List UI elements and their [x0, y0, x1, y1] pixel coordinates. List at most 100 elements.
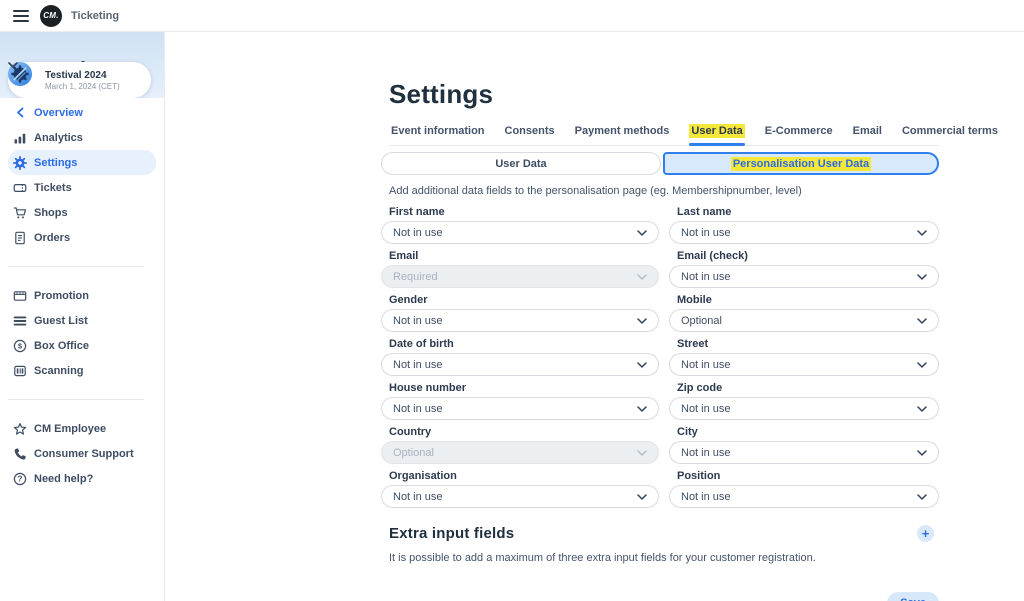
sidebar-item-guest-list[interactable]: Guest List — [8, 308, 156, 333]
sidebar-item-settings[interactable]: Settings — [8, 150, 156, 175]
chevron-down-icon — [917, 406, 927, 412]
select-value: Not in use — [393, 491, 443, 503]
sidebar-divider — [8, 266, 144, 267]
sidebar-item-tickets[interactable]: Tickets — [8, 175, 156, 200]
position-select[interactable]: Not in use — [669, 485, 939, 508]
chevron-down-icon — [637, 274, 647, 280]
city-select[interactable]: Not in use — [669, 441, 939, 464]
ticketing-settings-page: CM. Ticketing — [0, 0, 1024, 601]
field-label: Last name — [677, 206, 939, 218]
mobile-select[interactable]: Optional — [669, 309, 939, 332]
field-zip-code: Zip codeNot in use — [669, 382, 939, 420]
date-of-birth-select[interactable]: Not in use — [381, 353, 659, 376]
sidebar-item-need-help[interactable]: ? Need help? — [8, 466, 156, 491]
list-icon — [12, 313, 27, 328]
add-extra-field-button[interactable]: + — [917, 525, 934, 542]
tab-label: Commercial terms — [902, 125, 998, 137]
gender-select[interactable]: Not in use — [381, 309, 659, 332]
chevron-left-icon — [12, 105, 27, 120]
select-value: Not in use — [681, 359, 731, 371]
segment-personalisation-user-data[interactable]: Personalisation User Data — [663, 152, 939, 175]
billboard-icon — [12, 288, 27, 303]
cart-icon — [12, 205, 27, 220]
field-label: Gender — [389, 294, 659, 306]
event-banner-illustration: Testival 2024 March 1, 2024 (CET) — [0, 32, 164, 98]
field-mobile: Mobile Optional — [669, 294, 939, 332]
tab-label: Consents — [505, 125, 555, 137]
zip-code-select[interactable]: Not in use — [669, 397, 939, 420]
personalisation-fields: First nameNot in useLast nameNot in useE… — [381, 206, 939, 508]
sidebar-item-orders[interactable]: Orders — [8, 225, 156, 250]
cm-logo[interactable]: CM. — [40, 5, 62, 27]
field-gender: Gender Not in use — [381, 294, 659, 332]
select-value: Not in use — [681, 271, 731, 283]
sidebar-item-label: Orders — [34, 232, 70, 244]
select-value: Not in use — [393, 403, 443, 415]
extra-input-header: Extra input fields + — [381, 525, 939, 542]
street-select[interactable]: Not in use — [669, 353, 939, 376]
field-street: Street Not in use — [669, 338, 939, 376]
tab-label: User Data — [689, 124, 744, 138]
chevron-down-icon — [917, 362, 927, 368]
email-check-select[interactable]: Not in use — [669, 265, 939, 288]
tab-consents[interactable]: Consents — [503, 125, 557, 145]
select-value: Not in use — [681, 447, 731, 459]
field-label: Mobile — [677, 294, 939, 306]
field-label: City — [677, 426, 939, 438]
organisation-select[interactable]: Not in use — [381, 485, 659, 508]
sidebar-item-label: Promotion — [34, 290, 89, 302]
chevron-down-icon — [917, 494, 927, 500]
dollar-circle-icon: $ — [12, 338, 27, 353]
select-value: Not in use — [681, 403, 731, 415]
tab-user-data[interactable]: User Data — [687, 125, 746, 145]
sidebar-item-label: Overview — [34, 107, 83, 119]
sidebar-item-shops[interactable]: Shops — [8, 200, 156, 225]
tab-event-information[interactable]: Event information — [389, 125, 487, 145]
sidebar-item-analytics[interactable]: Analytics — [8, 125, 156, 150]
bar-chart-icon — [12, 130, 27, 145]
app-name: Ticketing — [71, 10, 119, 22]
house-number-select[interactable]: Not in use — [381, 397, 659, 420]
chevron-down-icon — [637, 230, 647, 236]
tab-commercial-terms[interactable]: Commercial terms — [900, 125, 1000, 145]
sidebar-item-consumer-support[interactable]: Consumer Support — [8, 441, 156, 466]
sidebar-item-scanning[interactable]: Scanning — [8, 358, 156, 383]
sidebar-item-cm-employee[interactable]: CM Employee — [8, 416, 156, 441]
event-meta: Testival 2024 March 1, 2024 (CET) — [45, 70, 140, 91]
email-select: Required — [381, 265, 659, 288]
select-value: Not in use — [393, 315, 443, 327]
first-name-select[interactable]: Not in use — [381, 221, 659, 244]
tab-payment-methods[interactable]: Payment methods — [573, 125, 672, 145]
event-switcher[interactable]: Testival 2024 March 1, 2024 (CET) — [8, 62, 151, 98]
sidebar-item-label: Scanning — [34, 365, 84, 377]
sidebar-item-promotion[interactable]: Promotion — [8, 283, 156, 308]
event-avatar — [14, 68, 38, 92]
sidebar-item-box-office[interactable]: $Box Office — [8, 333, 156, 358]
sidebar-item-label: Analytics — [34, 132, 83, 144]
field-house-number: House numberNot in use — [381, 382, 659, 420]
field-position: Position Not in use — [669, 470, 939, 508]
field-label: Position — [677, 470, 939, 482]
svg-text:?: ? — [17, 474, 22, 483]
tab-label: Email — [853, 125, 882, 137]
chevron-down-icon — [917, 450, 927, 456]
settings-tabs: Event information Consents Payment methods… — [389, 125, 939, 146]
sidebar-item-label: Need help? — [34, 473, 93, 485]
sidebar-divider — [8, 399, 144, 400]
document-icon — [12, 230, 27, 245]
field-country: CountryOptional — [381, 426, 659, 464]
tab-e-commerce[interactable]: E-Commerce — [763, 125, 835, 145]
tab-email[interactable]: Email — [851, 125, 884, 145]
scanner-icon — [12, 363, 27, 378]
sidebar-item-overview[interactable]: Overview — [8, 100, 156, 125]
field-label: Street — [677, 338, 939, 350]
hamburger-menu-icon[interactable] — [13, 10, 29, 22]
field-label: Country — [389, 426, 659, 438]
sidebar: Testival 2024 March 1, 2024 (CET) Overvi… — [0, 32, 165, 601]
segment-user-data[interactable]: User Data — [381, 152, 661, 175]
chevron-down-icon — [637, 450, 647, 456]
last-name-select[interactable]: Not in use — [669, 221, 939, 244]
chevron-down-icon — [917, 274, 927, 280]
save-button[interactable]: Save — [887, 592, 939, 601]
sidebar-item-label: Tickets — [34, 182, 72, 194]
